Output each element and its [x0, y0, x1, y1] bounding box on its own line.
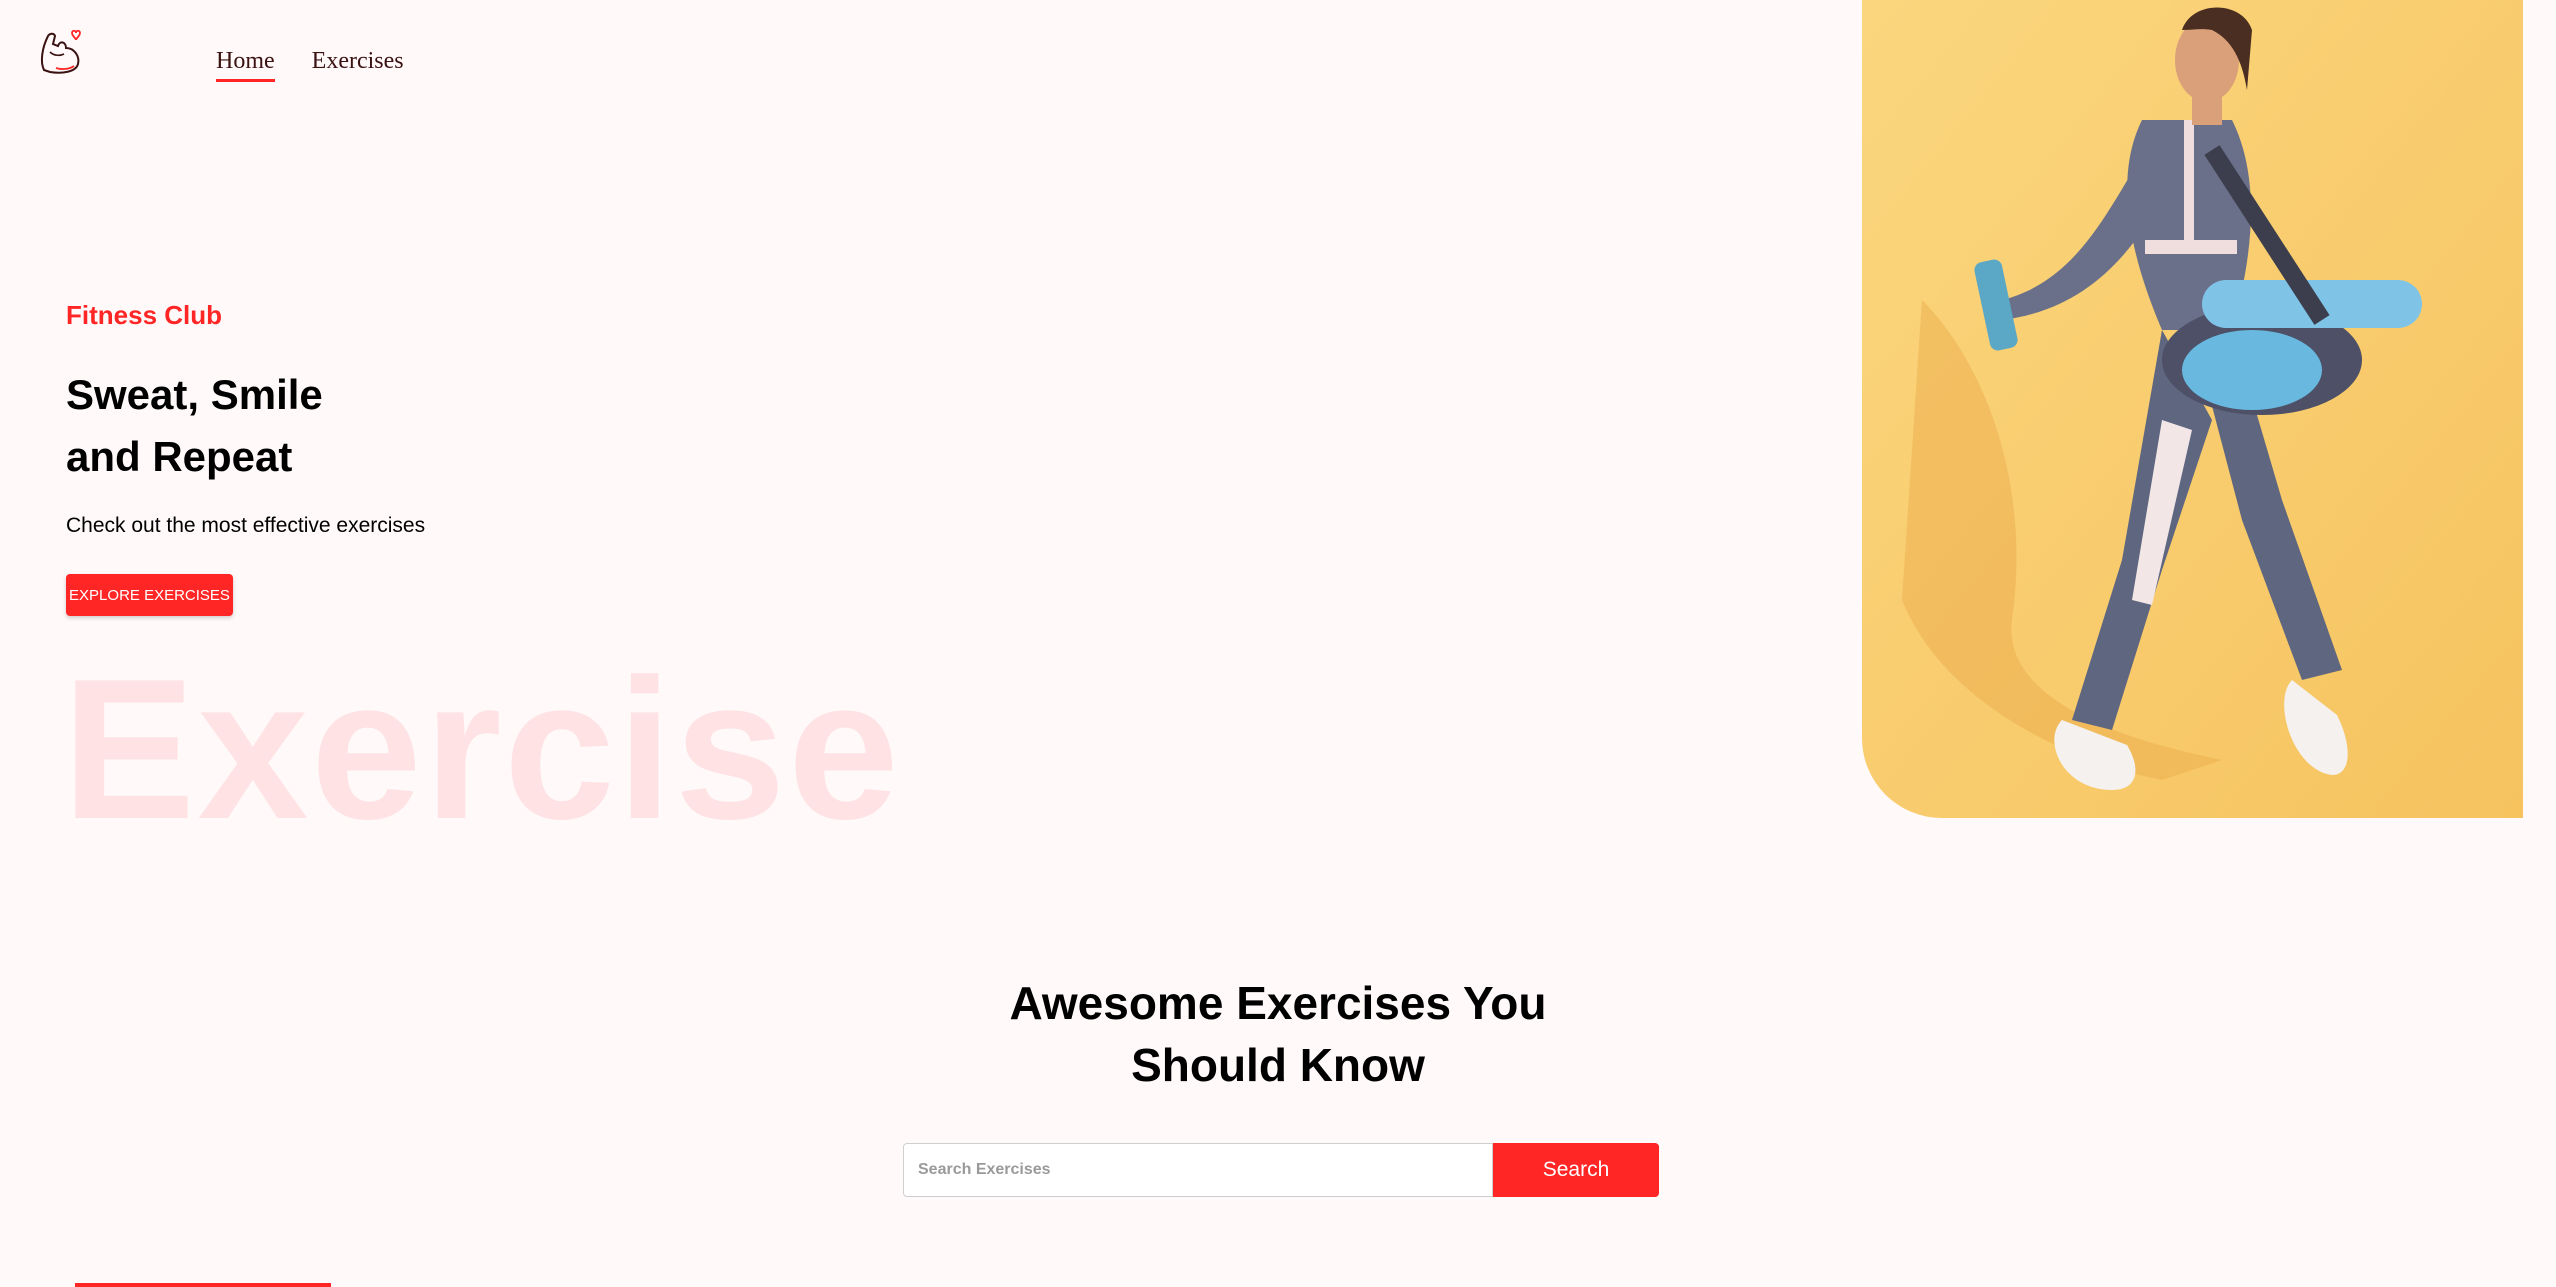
- search-section-title: Awesome Exercises You Should Know: [978, 972, 1578, 1096]
- hero-title-line2: and Repeat: [66, 433, 293, 480]
- hero-description: Check out the most effective exercises: [66, 514, 426, 537]
- hero-title: Sweat, Smile and Repeat: [66, 364, 566, 488]
- hero-banner-image: [1862, 0, 2523, 818]
- main-nav: Home Exercises: [216, 48, 404, 82]
- hero-background-word: Exercise: [62, 638, 901, 861]
- explore-exercises-button[interactable]: EXPLORE EXERCISES: [66, 574, 233, 616]
- hero-title-line1: Sweat, Smile: [66, 371, 323, 418]
- horizontal-scroll-indicator[interactable]: [75, 1283, 331, 1287]
- flexed-arm-heart-icon[interactable]: [36, 26, 84, 78]
- search-title-line2: Should Know: [1131, 1039, 1425, 1091]
- search-title-line1: Awesome Exercises You: [1009, 977, 1547, 1029]
- nav-link-exercises[interactable]: Exercises: [312, 48, 404, 82]
- search-button[interactable]: Search: [1493, 1143, 1659, 1197]
- hero-subtitle: Fitness Club: [66, 300, 223, 330]
- nav-link-home[interactable]: Home: [216, 48, 275, 82]
- woman-with-gym-bag-image: [1862, 0, 2523, 818]
- search-exercises-input[interactable]: [903, 1143, 1493, 1197]
